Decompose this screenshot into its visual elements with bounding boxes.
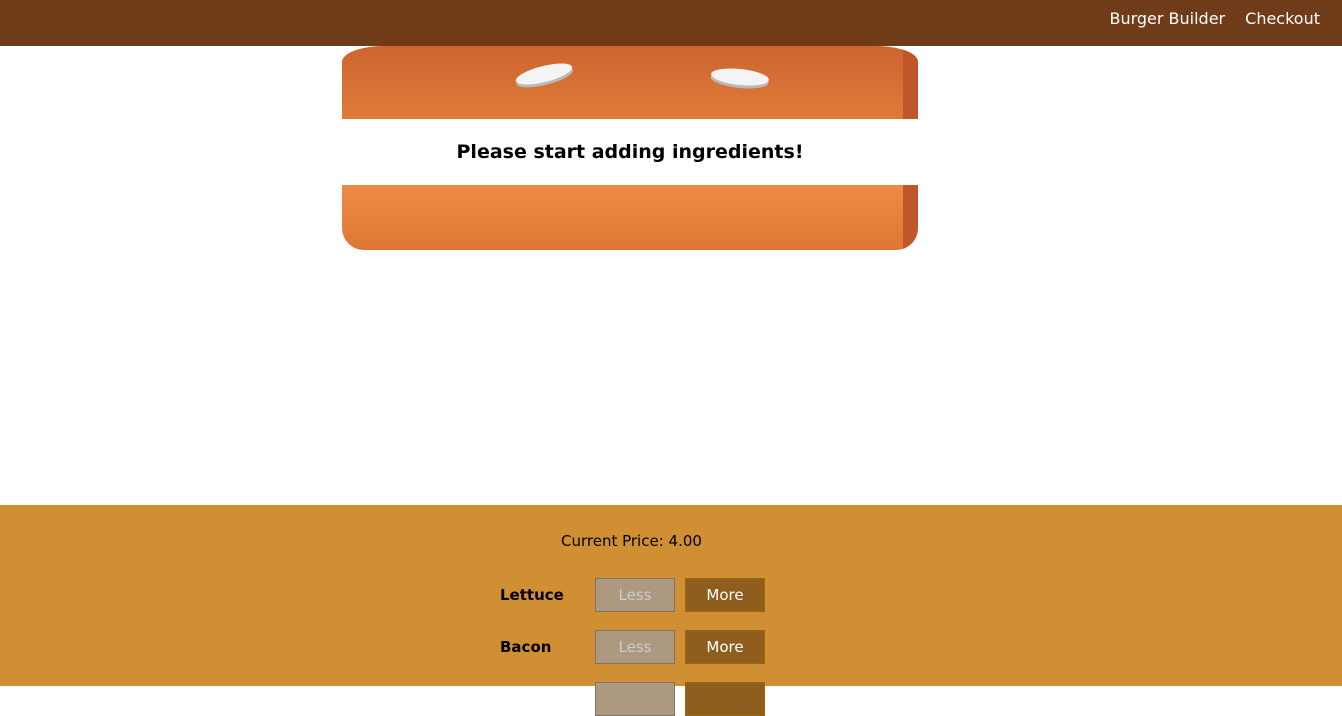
main-nav: Burger Builder Checkout (1109, 0, 1320, 36)
less-lettuce-button[interactable]: Less (595, 578, 675, 612)
less-bacon-button[interactable]: Less (595, 630, 675, 664)
current-price: Current Price: 4.00 (561, 532, 702, 550)
build-control-lettuce: Lettuce Less More (500, 578, 765, 612)
nav-link-checkout[interactable]: Checkout (1245, 9, 1320, 28)
price-value: 4.00 (668, 532, 702, 550)
bread-bottom (342, 185, 918, 250)
less-button[interactable] (595, 682, 675, 716)
more-lettuce-button[interactable]: More (685, 578, 765, 612)
build-controls: Current Price: 4.00 Lettuce Less More Ba… (0, 505, 1342, 716)
price-label: Current Price: (561, 532, 664, 550)
build-control-partial (500, 682, 765, 716)
nav-link-burger-builder[interactable]: Burger Builder (1109, 9, 1225, 28)
seed (710, 66, 770, 88)
more-bacon-button[interactable]: More (685, 630, 765, 664)
ingredient-label: Bacon (500, 638, 552, 656)
more-button[interactable] (685, 682, 765, 716)
build-control-bacon: Bacon Less More (500, 630, 765, 664)
empty-burger-message: Please start adding ingredients! (342, 119, 918, 185)
burger-preview: Please start adding ingredients! (342, 46, 918, 250)
bread-top (342, 46, 918, 119)
toolbar: Burger Builder Checkout (0, 0, 1342, 46)
seed (513, 59, 575, 89)
ingredient-label: Lettuce (500, 586, 564, 604)
